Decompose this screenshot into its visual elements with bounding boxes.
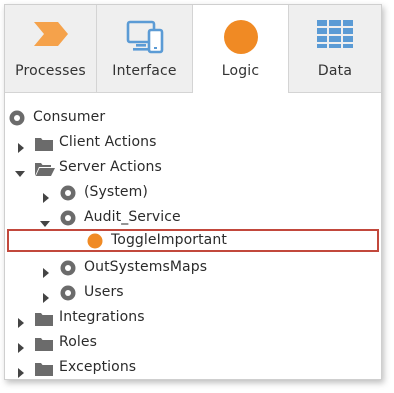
module-icon: [60, 210, 76, 230]
tab-logic[interactable]: Logic: [193, 5, 289, 93]
tree-item-server-actions[interactable]: Server Actions: [5, 156, 381, 180]
tab-logic-label: Logic: [221, 63, 260, 79]
tree-item-system[interactable]: (System): [5, 181, 381, 205]
tree-item-label: OutSystemsMaps: [84, 259, 208, 275]
tree-item-label: Users: [84, 284, 124, 300]
tree-item-label: Server Actions: [59, 159, 162, 175]
folder-icon: [35, 311, 53, 330]
tree-item-label: (System): [84, 184, 148, 200]
tab-processes-label: Processes: [15, 63, 86, 79]
tab-interface-label: Interface: [112, 63, 177, 79]
module-icon: [9, 110, 25, 130]
tree-item-label: ToggleImportant: [111, 232, 227, 248]
module-icon: [60, 260, 76, 280]
tree-item-client-actions[interactable]: Client Actions: [5, 131, 381, 155]
tree-item-integrations[interactable]: Integrations: [5, 306, 381, 330]
tree-item-roles[interactable]: Roles: [5, 331, 381, 355]
tab-processes[interactable]: Processes: [5, 5, 97, 93]
chevron-right-icon[interactable]: [16, 338, 26, 353]
folder-icon: [35, 336, 53, 355]
logic-panel: Processes Interface Logic Data Consumer …: [4, 4, 382, 380]
tree-item-label: Integrations: [59, 309, 145, 325]
folder-open-icon: [35, 161, 55, 180]
tree-item-toggle-important[interactable]: ToggleImportant: [5, 229, 381, 253]
tab-bar: Processes Interface Logic Data: [5, 5, 381, 93]
tree-item-outsystems-maps[interactable]: OutSystemsMaps: [5, 256, 381, 280]
devices-icon: [125, 19, 165, 59]
tab-data-label: Data: [317, 63, 353, 79]
module-icon: [60, 185, 76, 205]
tree-item-audit-service[interactable]: Audit_Service: [5, 206, 381, 230]
tree-item-label: Roles: [59, 334, 97, 350]
tree-item-label: Exceptions: [59, 359, 137, 375]
chevron-right-icon[interactable]: [41, 188, 51, 203]
tab-interface[interactable]: Interface: [97, 5, 193, 93]
tree-item-label: Client Actions: [59, 134, 157, 150]
chevron-right-icon[interactable]: [41, 263, 51, 278]
tree-item-label: Audit_Service: [84, 209, 181, 225]
folder-icon: [35, 361, 53, 380]
chevron-right-icon[interactable]: [16, 138, 26, 153]
chevron-down-icon[interactable]: [15, 164, 25, 177]
folder-icon: [35, 136, 53, 155]
tab-data[interactable]: Data: [289, 5, 381, 93]
chevron-right-icon[interactable]: [16, 313, 26, 328]
tree-item-label: Consumer: [33, 109, 106, 125]
processes-chevron-icon: [32, 19, 70, 53]
module-icon: [60, 285, 76, 305]
table-grid-icon: [316, 19, 354, 53]
logic-circle-icon: [223, 19, 259, 59]
chevron-down-icon[interactable]: [40, 214, 50, 227]
action-circle-icon: [87, 233, 103, 253]
tree-item-users[interactable]: Users: [5, 281, 381, 305]
chevron-right-icon[interactable]: [16, 363, 26, 378]
tree-item-exceptions[interactable]: Exceptions: [5, 356, 381, 380]
chevron-right-icon[interactable]: [41, 288, 51, 303]
tree-item-consumer[interactable]: Consumer: [5, 106, 381, 130]
